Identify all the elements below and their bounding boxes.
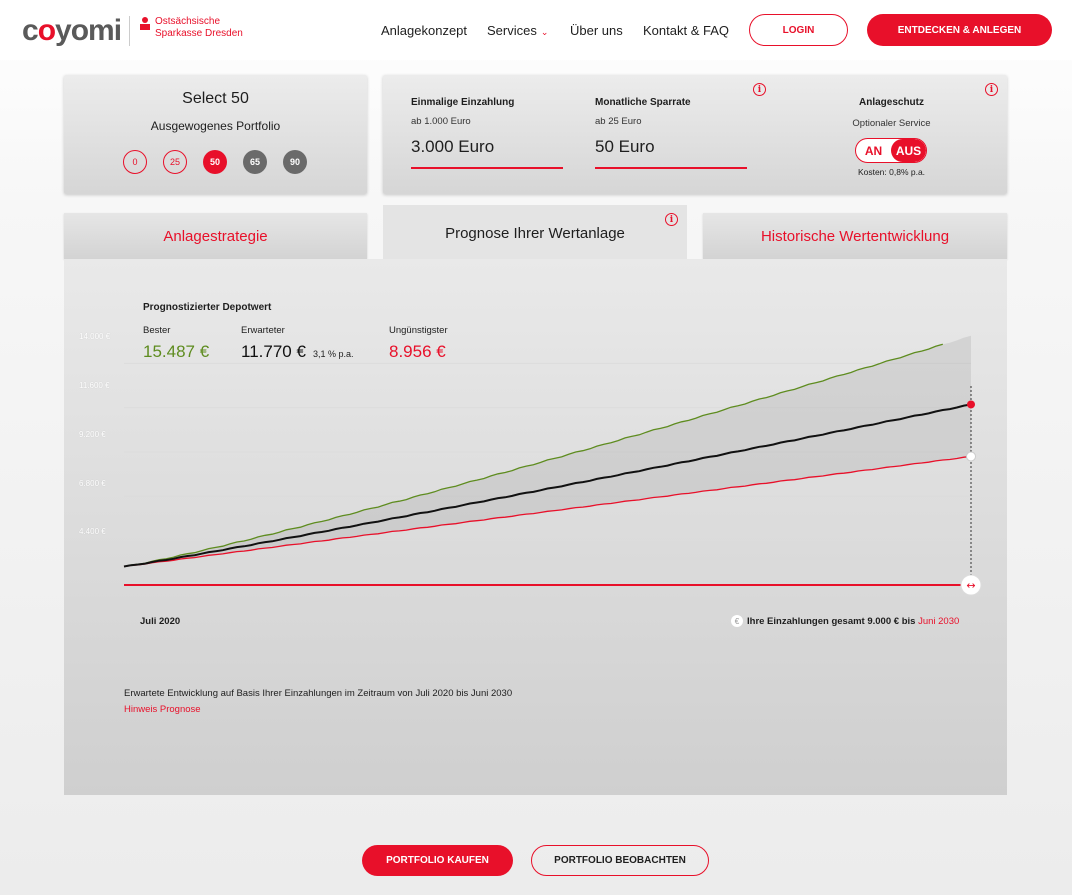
portfolio-option-0[interactable]: 0 bbox=[123, 150, 147, 174]
logo-divider bbox=[129, 16, 130, 46]
y-tick-label: 9.200 € bbox=[79, 430, 106, 439]
header: coyomi Ostsächsische Sparkasse Dresden A… bbox=[0, 0, 1072, 60]
monthly-label: Monatliche Sparrate bbox=[595, 97, 691, 108]
nav-kontakt-faq[interactable]: Kontakt & FAQ bbox=[643, 23, 729, 38]
one-time-label: Einmalige Einzahlung bbox=[411, 97, 515, 108]
chevron-down-icon: ⌄ bbox=[540, 27, 549, 37]
deposits-summary: Ihre Einzahlungen gesamt 9.000 € bis Jun… bbox=[747, 616, 959, 627]
toggle-on[interactable]: AN bbox=[856, 139, 891, 162]
tab-historische-wertentwicklung[interactable]: Historische Wertentwicklung bbox=[703, 213, 1007, 259]
forecast-heading: Prognostizierter Depotwert bbox=[143, 302, 272, 313]
hinweis-prognose-link[interactable]: Hinweis Prognose bbox=[124, 704, 201, 715]
protection-sub: Optionaler Service bbox=[852, 118, 931, 129]
chart-range-band bbox=[124, 335, 971, 567]
portfolio-title: Select 50 bbox=[182, 90, 249, 107]
toggle-off[interactable]: AUS bbox=[891, 139, 926, 162]
x-start-label: Juli 2020 bbox=[140, 616, 181, 627]
sparkasse-icon bbox=[140, 17, 150, 31]
info-icon[interactable]: i bbox=[665, 213, 678, 226]
coyomi-logo[interactable]: coyomi bbox=[22, 14, 122, 48]
info-icon[interactable]: i bbox=[985, 83, 998, 96]
forecast-footnote: Erwartete Entwicklung auf Basis Ihrer Ei… bbox=[124, 688, 513, 699]
expected-rate: 3,1 % p.a. bbox=[313, 349, 354, 359]
nav-anlagekonzept[interactable]: Anlagekonzept bbox=[381, 23, 467, 38]
tab-anlagestrategie[interactable]: Anlagestrategie bbox=[64, 213, 367, 259]
monthly-underline bbox=[595, 167, 747, 169]
y-tick-label: 4.400 € bbox=[79, 527, 106, 536]
deposits-text: Ihre Einzahlungen gesamt 9.000 € bis bbox=[747, 616, 916, 627]
nav-services-label: Services bbox=[487, 23, 537, 38]
nav-services[interactable]: Services ⌄ bbox=[487, 23, 548, 38]
portfolio-beobachten-button[interactable]: PORTFOLIO BEOBACHTEN bbox=[531, 845, 709, 876]
series-point-worst-end bbox=[966, 451, 976, 462]
best-label: Bester bbox=[143, 325, 171, 336]
one-time-min: ab 1.000 Euro bbox=[411, 116, 471, 127]
euro-icon: € bbox=[731, 615, 743, 627]
series-point-expected-end bbox=[967, 400, 975, 409]
y-tick-label: 11.600 € bbox=[79, 381, 110, 390]
deposits-until: Juni 2030 bbox=[918, 616, 960, 627]
portfolio-kaufen-button[interactable]: PORTFOLIO KAUFEN bbox=[362, 845, 513, 876]
portfolio-subtitle: Ausgewogenes Portfolio bbox=[150, 119, 281, 133]
drag-handle-arrows-icon: ↔ bbox=[966, 579, 975, 592]
protection-toggle[interactable]: AN AUS bbox=[855, 138, 927, 163]
partner-line1: Ostsächsische bbox=[155, 16, 221, 27]
best-value: 15.487 € bbox=[143, 342, 210, 361]
portfolio-option-25[interactable]: 25 bbox=[163, 150, 187, 174]
nav-ueber-uns[interactable]: Über uns bbox=[570, 23, 623, 38]
portfolio-option-90[interactable]: 90 bbox=[283, 150, 307, 174]
portfolio-option-65[interactable]: 65 bbox=[243, 150, 267, 174]
sparkasse-logo[interactable]: Ostsächsische Sparkasse Dresden bbox=[140, 16, 243, 40]
protection-cost: Kosten: 0,8% p.a. bbox=[857, 167, 926, 177]
y-tick-label: 14.000 € bbox=[79, 332, 111, 341]
protection-label: Anlageschutz bbox=[858, 97, 924, 108]
monthly-min: ab 25 Euro bbox=[595, 116, 642, 127]
expected-value: 11.770 € bbox=[241, 342, 306, 361]
login-button[interactable]: LOGIN bbox=[749, 14, 848, 46]
info-icon[interactable]: i bbox=[753, 83, 766, 96]
forecast-chart: ↔ bbox=[123, 335, 982, 596]
one-time-input[interactable]: 3.000 Euro bbox=[411, 137, 494, 157]
worst-value: 8.956 € bbox=[389, 342, 446, 361]
expected-label: Erwarteter bbox=[241, 325, 285, 336]
worst-label: Ungünstigster bbox=[389, 325, 448, 336]
tab-prognose[interactable]: Prognose Ihrer Wertanlage bbox=[383, 205, 687, 261]
partner-line2: Sparkasse Dresden bbox=[155, 28, 243, 39]
monthly-input[interactable]: 50 Euro bbox=[595, 137, 655, 157]
y-tick-label: 6.800 € bbox=[79, 479, 106, 488]
portfolio-option-50[interactable]: 50 bbox=[203, 150, 227, 174]
one-time-underline bbox=[411, 167, 563, 169]
entdecken-anlegen-button[interactable]: ENTDECKEN & ANLEGEN bbox=[867, 14, 1052, 46]
